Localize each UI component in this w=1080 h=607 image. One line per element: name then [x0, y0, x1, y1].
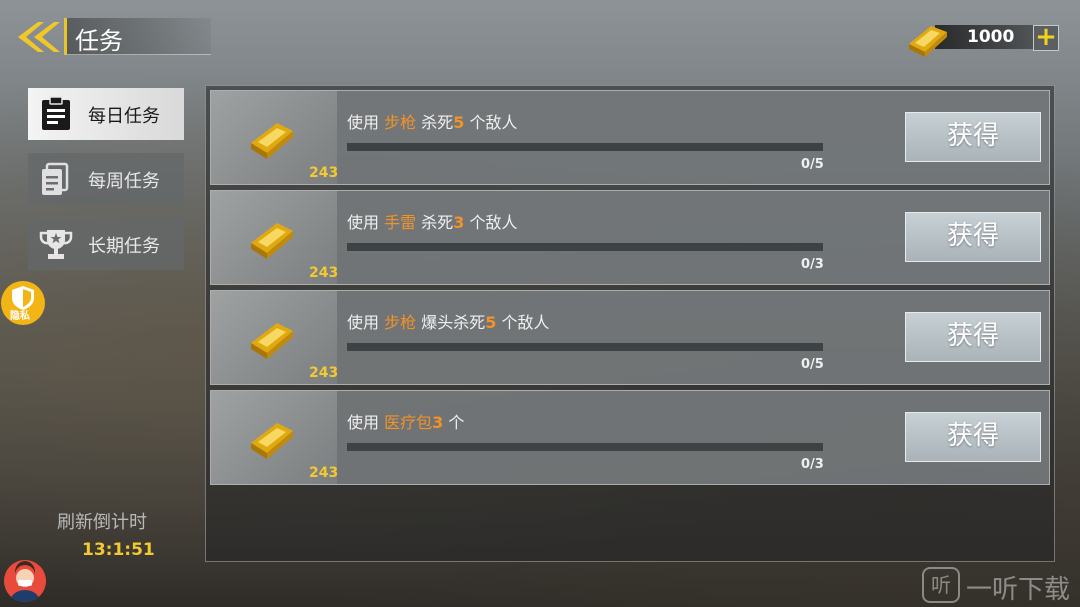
tab-longterm-tasks[interactable]: 长期任务 [28, 218, 184, 270]
task-count: 5 [485, 313, 497, 332]
trophy-icon [39, 230, 73, 259]
task-description: 使用 步枪 杀死5 个敌人 [347, 109, 517, 133]
currency-display: 1000 + [905, 16, 1065, 58]
claim-button[interactable]: 获得 [905, 212, 1041, 262]
document-icon [42, 162, 69, 195]
task-suffix: 个敌人 [469, 113, 518, 132]
gold-bar-icon [251, 323, 293, 359]
title-bar: 任务 [64, 18, 211, 55]
currency-amount: 1000 [967, 27, 1015, 47]
clipboard-icon [42, 96, 70, 130]
gold-bar-icon [909, 26, 947, 57]
task-item: 步枪 [384, 313, 417, 332]
back-button[interactable] [16, 20, 60, 54]
task-prefix: 使用 [347, 213, 380, 232]
gold-bar-icon [251, 123, 293, 159]
task-action: 爆头杀死 [421, 313, 486, 332]
watermark: 听 一听下载 [922, 565, 1080, 605]
task-item: 步枪 [384, 113, 417, 132]
task-row: 243 使用 医疗包3 个 0/3 获得 [210, 390, 1050, 485]
task-action: 杀死 [421, 213, 454, 232]
task-suffix: 个敌人 [501, 313, 550, 332]
claim-button[interactable]: 获得 [905, 312, 1041, 362]
task-item: 手雷 [384, 213, 417, 232]
task-suffix: 个敌人 [469, 213, 518, 232]
reward-amount: 243 [309, 165, 339, 181]
tab-longterm-label: 长期任务 [88, 236, 160, 257]
task-suffix: 个 [448, 413, 465, 432]
task-description: 使用 医疗包3 个 [347, 409, 464, 433]
progress-bar [347, 243, 823, 251]
task-count: 3 [453, 213, 465, 232]
task-prefix: 使用 [347, 313, 380, 332]
task-description: 使用 手雷 杀死3 个敌人 [347, 209, 517, 233]
task-action: 杀死 [421, 113, 454, 132]
avatar-icon [4, 560, 46, 602]
tab-daily-tasks[interactable]: 每日任务 [28, 88, 184, 140]
refresh-countdown-label: 刷新倒计时 [57, 512, 147, 533]
reward-amount: 243 [309, 265, 339, 281]
task-count: 5 [453, 113, 465, 132]
progress-bar [347, 343, 823, 351]
back-arrow-icon [18, 22, 60, 52]
tab-weekly-tasks[interactable]: 每周任务 [28, 153, 184, 205]
task-prefix: 使用 [347, 113, 380, 132]
task-item: 医疗包 [384, 413, 433, 432]
task-count: 3 [432, 413, 444, 432]
task-prefix: 使用 [347, 413, 380, 432]
task-row: 243 使用 步枪 杀死5 个敌人 0/5 获得 [210, 90, 1050, 185]
claim-button[interactable]: 获得 [905, 112, 1041, 162]
progress-bar [347, 143, 823, 151]
progress-text: 0/3 [801, 257, 824, 272]
progress-text: 0/5 [801, 357, 824, 372]
tab-weekly-label: 每周任务 [88, 171, 160, 192]
privacy-button[interactable]: 隐私 [1, 281, 45, 325]
task-row: 243 使用 步枪 爆头杀死5 个敌人 0/5 获得 [210, 290, 1050, 385]
reward-amount: 243 [309, 365, 339, 381]
watermark-text: 一听下载 [966, 575, 1071, 605]
tab-daily-label: 每日任务 [88, 106, 160, 127]
page-title: 任务 [75, 27, 123, 55]
reward-amount: 243 [309, 465, 339, 481]
privacy-label: 隐私 [10, 311, 30, 322]
progress-text: 0/3 [801, 457, 824, 472]
gold-bar-icon [251, 423, 293, 459]
progress-text: 0/5 [801, 157, 824, 172]
add-currency-button[interactable]: + [1033, 24, 1059, 51]
refresh-countdown-time: 13:1:51 [82, 540, 155, 560]
progress-bar [347, 443, 823, 451]
customer-service-avatar[interactable] [4, 560, 46, 602]
task-row: 243 使用 手雷 杀死3 个敌人 0/3 获得 [210, 190, 1050, 285]
claim-button[interactable]: 获得 [905, 412, 1041, 462]
watermark-logo-icon: 听 [922, 567, 960, 603]
gold-bar-icon [251, 223, 293, 259]
task-description: 使用 步枪 爆头杀死5 个敌人 [347, 309, 549, 333]
